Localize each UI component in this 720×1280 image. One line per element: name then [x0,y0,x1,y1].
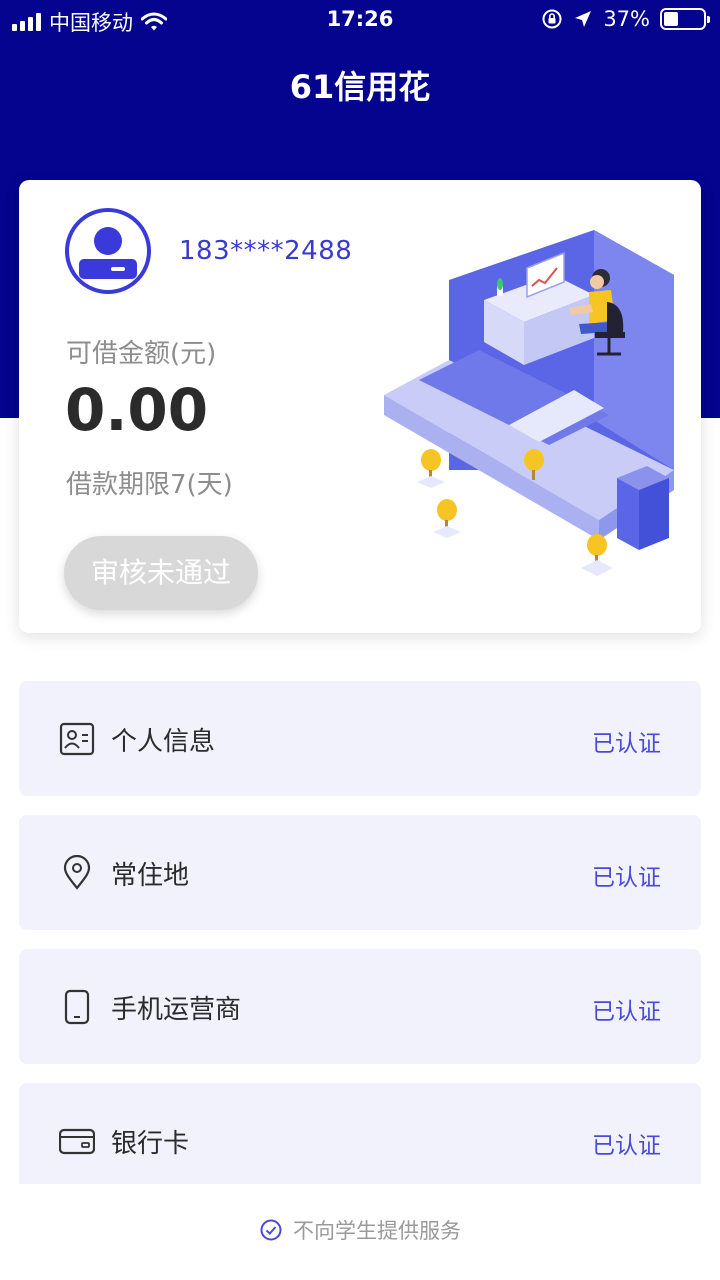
page-title: 61信用花 [289,68,431,106]
auth-item-mobile-carrier[interactable]: 手机运营商 已认证 [19,949,701,1064]
auth-item-status: 已认证 [592,1133,661,1159]
status-bar-right: 37% [541,7,710,31]
auth-item-status: 已认证 [592,999,661,1025]
auth-item-label: 个人信息 [111,727,216,757]
review-status-button[interactable]: 审核未通过 [64,536,258,610]
id-card-icon [59,722,95,756]
available-amount-label: 可借金额(元) [66,339,217,369]
auth-item-label: 常住地 [111,861,190,891]
phone-number: 183****2488 [179,236,353,266]
mobile-phone-icon [64,989,90,1025]
loan-term-label: 借款期限7(天) [66,470,233,500]
credit-card-panel: 183****2488 可借金额(元) 0.00 借款期限7(天) 审核未通过 [19,180,701,633]
auth-item-label: 手机运营商 [111,995,242,1025]
auth-item-label: 银行卡 [111,1129,190,1159]
auth-item-personal-info[interactable]: 个人信息 已认证 [19,681,701,796]
auth-item-status: 已认证 [592,865,661,891]
bank-card-icon [59,1128,95,1155]
battery-icon [660,8,710,30]
rotation-lock-icon [542,9,562,29]
battery-level [664,12,678,26]
footer-notice: 不向学生提供服务 [0,1215,720,1245]
location-arrow-icon [575,11,592,27]
status-bar: 中国移动 17:26 37% [0,0,720,40]
auth-item-bank-card[interactable]: 银行卡 已认证 [19,1083,701,1198]
auth-item-residence[interactable]: 常住地 已认证 [19,815,701,930]
office-illustration [384,230,674,576]
avatar[interactable] [65,208,151,294]
location-pin-icon [63,855,91,890]
available-amount: 0.00 [65,376,209,444]
user-icon [79,227,137,279]
footer-text: 不向学生提供服务 [293,1219,461,1243]
check-circle-icon [260,1219,282,1241]
battery-percent: 37% [603,7,650,31]
auth-item-status: 已认证 [592,731,661,757]
